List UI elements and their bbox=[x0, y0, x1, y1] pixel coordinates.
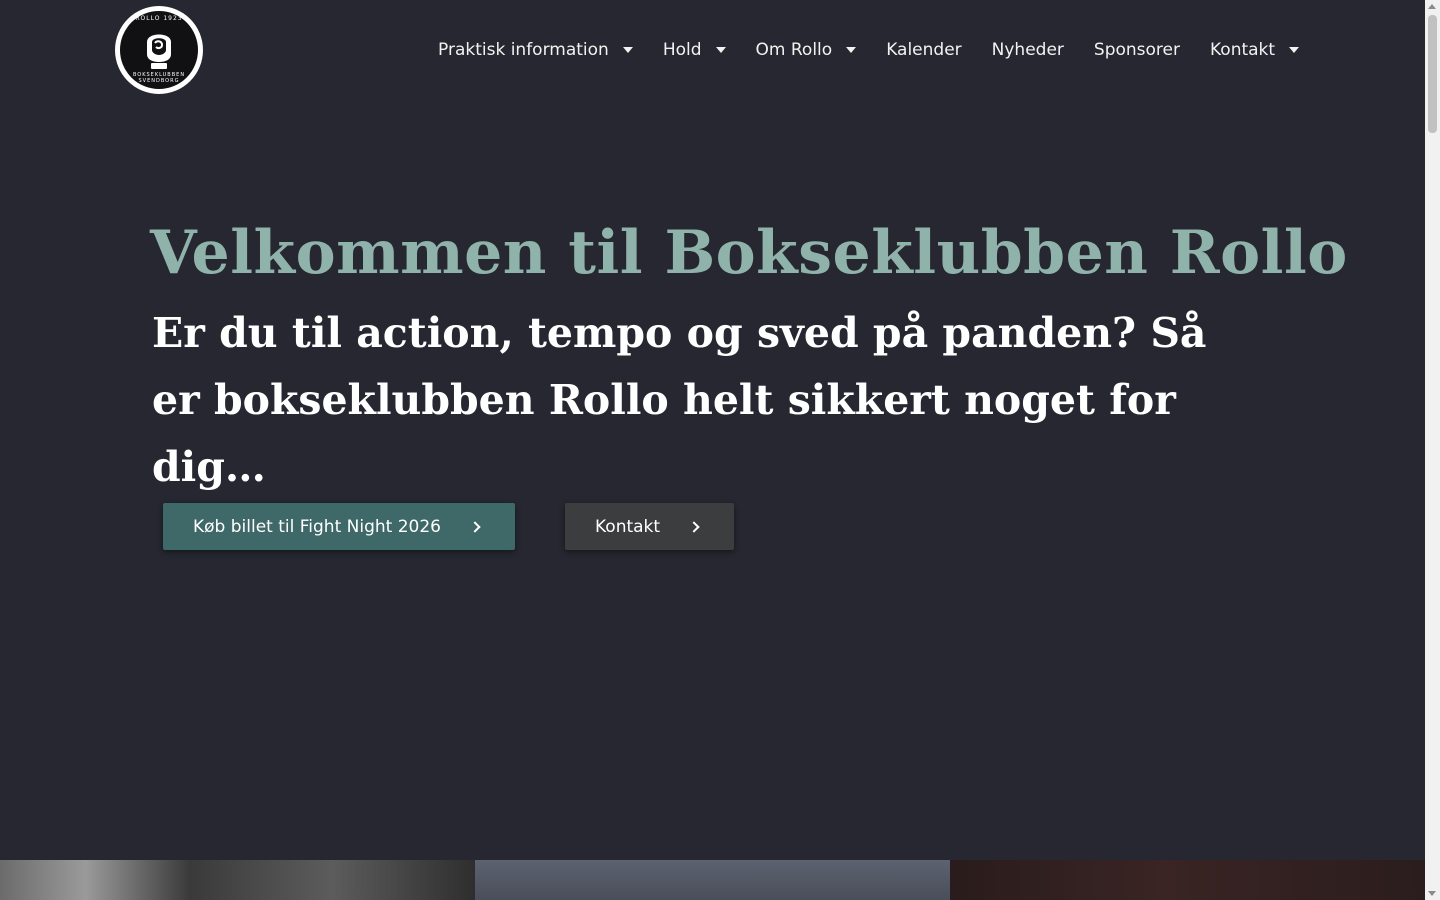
nav-item-praktisk-information[interactable]: Praktisk information bbox=[438, 40, 633, 60]
caret-down-icon bbox=[846, 47, 857, 53]
nav-item-label: Nyheder bbox=[991, 40, 1064, 60]
gallery-image-sky[interactable] bbox=[475, 860, 950, 900]
logo-badge: ROLLO 1923 BOKSEKLUBBEN SVENDBORG bbox=[118, 9, 200, 91]
buy-ticket-button-label: Køb billet til Fight Night 2026 bbox=[193, 516, 441, 537]
main-nav: Praktisk information Hold Om Rollo Kalen… bbox=[438, 0, 1300, 100]
nav-item-om-rollo[interactable]: Om Rollo bbox=[756, 40, 857, 60]
scroll-up-arrow-icon[interactable] bbox=[1428, 4, 1436, 9]
gallery-image-ring[interactable] bbox=[950, 860, 1425, 900]
hero-subtitle: Er du til action, tempo og sved på pande… bbox=[152, 309, 1207, 491]
contact-button-label: Kontakt bbox=[595, 516, 661, 537]
nav-item-label: Praktisk information bbox=[438, 40, 609, 60]
caret-down-icon bbox=[715, 47, 726, 53]
image-gallery-strip bbox=[0, 860, 1425, 900]
nav-item-sponsorer[interactable]: Sponsorer bbox=[1094, 40, 1180, 60]
nav-item-label: Sponsorer bbox=[1093, 40, 1180, 60]
buy-ticket-button[interactable]: Køb billet til Fight Night 2026 bbox=[163, 503, 515, 550]
site-header: ROLLO 1923 BOKSEKLUBBEN SVENDBORG Prakti… bbox=[0, 0, 1425, 100]
gallery-image-historic-boxing[interactable] bbox=[0, 860, 475, 900]
logo-top-text: ROLLO 1923 bbox=[135, 15, 183, 22]
contact-button[interactable]: Kontakt bbox=[565, 503, 734, 550]
chevron-right-icon bbox=[688, 520, 700, 533]
boxing-glove-icon bbox=[147, 34, 171, 69]
page: ROLLO 1923 BOKSEKLUBBEN SVENDBORG Prakti… bbox=[0, 0, 1425, 900]
nav-item-kontakt[interactable]: Kontakt bbox=[1210, 40, 1300, 60]
nav-item-nyheder[interactable]: Nyheder bbox=[992, 40, 1064, 60]
caret-down-icon bbox=[622, 47, 633, 53]
nav-item-label: Hold bbox=[662, 40, 702, 60]
scroll-down-arrow-icon[interactable] bbox=[1428, 891, 1436, 896]
nav-item-hold[interactable]: Hold bbox=[663, 40, 726, 60]
hero-title: Velkommen til Bokseklubben Rollo bbox=[150, 218, 1348, 288]
page-scrollbar[interactable] bbox=[1425, 0, 1440, 900]
nav-item-kalender[interactable]: Kalender bbox=[886, 40, 961, 60]
club-logo[interactable]: ROLLO 1923 BOKSEKLUBBEN SVENDBORG bbox=[115, 6, 203, 94]
scrollbar-thumb[interactable] bbox=[1428, 15, 1437, 133]
nav-item-label: Kalender bbox=[886, 40, 962, 60]
chevron-right-icon bbox=[469, 520, 481, 533]
nav-item-label: Kontakt bbox=[1210, 40, 1276, 60]
nav-item-label: Om Rollo bbox=[755, 40, 833, 60]
logo-bottom-text: BOKSEKLUBBEN SVENDBORG bbox=[132, 72, 186, 84]
caret-down-icon bbox=[1289, 47, 1300, 53]
